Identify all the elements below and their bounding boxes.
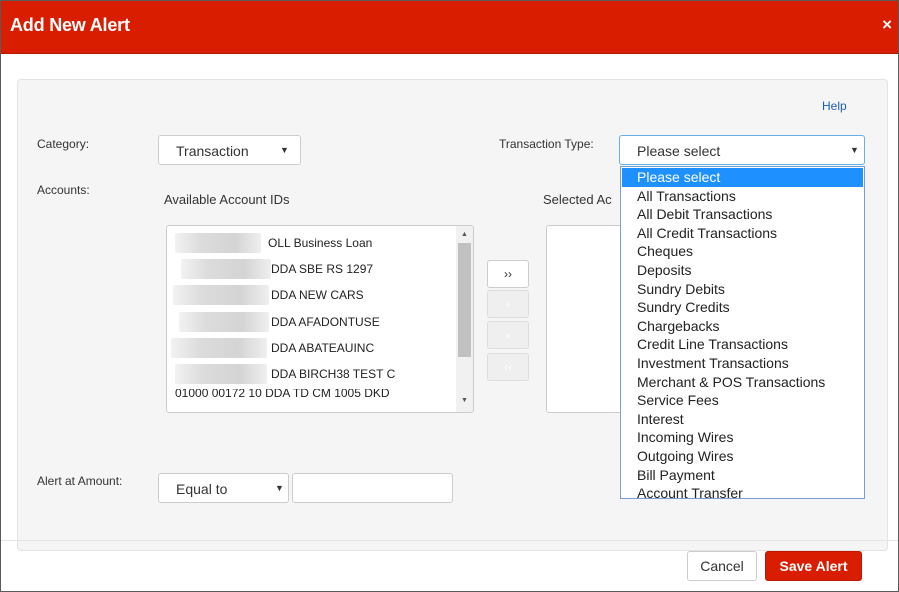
save-alert-button[interactable]: Save Alert [765, 551, 862, 581]
close-icon[interactable]: × [882, 15, 892, 35]
dropdown-option[interactable]: Investment Transactions [622, 354, 863, 373]
chevron-down-icon: ▼ [850, 145, 859, 155]
dropdown-option[interactable]: Outgoing Wires [622, 447, 863, 466]
available-accounts-header: Available Account IDs [164, 192, 290, 207]
list-item[interactable]: 01000 00172 10 DDA TD CM 1005 DKD [167, 389, 457, 403]
redacted-account-id [173, 285, 269, 305]
move-all-right-button[interactable]: ›› [487, 260, 529, 288]
dialog-title: Add New Alert [10, 15, 130, 35]
help-link[interactable]: Help [822, 99, 847, 113]
dropdown-option[interactable]: Sundry Debits [622, 280, 863, 299]
amount-operator-value: Equal to [176, 481, 228, 497]
redacted-account-id [175, 364, 267, 384]
dropdown-option[interactable]: Interest [622, 410, 863, 429]
scroll-thumb[interactable] [458, 243, 471, 357]
dialog-header: Add New Alert × [1, 1, 898, 54]
transaction-type-label: Transaction Type: [499, 137, 594, 151]
redacted-account-id [171, 338, 267, 358]
amount-operator-select[interactable]: Equal to ▼ [158, 473, 289, 503]
redacted-account-id [181, 259, 271, 279]
dropdown-option[interactable]: All Debit Transactions [622, 205, 863, 224]
amount-input[interactable] [292, 473, 453, 503]
dropdown-option[interactable]: Please select [622, 168, 863, 187]
dropdown-option[interactable]: Credit Line Transactions [622, 335, 863, 354]
transaction-type-dropdown[interactable]: Please select All Transactions All Debit… [620, 166, 865, 501]
category-value: Transaction [176, 143, 249, 159]
dropdown-option[interactable]: All Credit Transactions [622, 224, 863, 243]
chevron-down-icon: ▼ [280, 145, 289, 155]
list-item[interactable]: OLL Business Loan [167, 232, 457, 254]
move-right-button[interactable]: › [487, 290, 529, 318]
move-left-button[interactable]: ‹ [487, 321, 529, 349]
transaction-type-value: Please select [637, 143, 721, 159]
scroll-up-icon[interactable]: ▲ [456, 228, 473, 242]
list-item[interactable]: DDA SBE RS 1297 [167, 258, 457, 280]
dropdown-option[interactable]: Account Transfer [622, 484, 863, 501]
available-accounts-list[interactable]: OLL Business Loan DDA SBE RS 1297 DDA NE… [166, 225, 474, 413]
list-item[interactable]: DDA BIRCH38 TEST C [167, 363, 457, 385]
dropdown-option[interactable]: Chargebacks [622, 317, 863, 336]
dropdown-option[interactable]: Merchant & POS Transactions [622, 373, 863, 392]
accounts-label: Accounts: [37, 183, 90, 197]
redacted-account-id [179, 312, 269, 332]
list-item[interactable]: DDA ABATEAUINC [167, 337, 457, 359]
selected-accounts-list[interactable] [546, 225, 626, 413]
category-label: Category: [37, 137, 90, 151]
dropdown-option[interactable]: Service Fees [622, 391, 863, 410]
list-item[interactable]: DDA AFADONTUSE [167, 311, 457, 333]
dropdown-option[interactable]: All Transactions [622, 187, 863, 206]
transaction-type-select[interactable]: Please select ▼ [619, 135, 865, 165]
dropdown-option[interactable]: Sundry Credits [622, 298, 863, 317]
dropdown-option[interactable]: Bill Payment [622, 466, 863, 485]
category-select[interactable]: Transaction ▼ [158, 135, 301, 165]
selected-accounts-header: Selected Ac [543, 192, 612, 207]
dropdown-option[interactable]: Cheques [622, 242, 863, 261]
chevron-down-icon: ▼ [275, 483, 284, 493]
dropdown-option[interactable]: Incoming Wires [622, 428, 863, 447]
cancel-button[interactable]: Cancel [687, 551, 757, 581]
list-scrollbar[interactable]: ▲ ▼ [456, 226, 473, 412]
scroll-down-icon[interactable]: ▼ [456, 394, 473, 408]
list-item[interactable]: DDA NEW CARS [167, 284, 457, 306]
move-all-left-button[interactable]: ‹‹ [487, 353, 529, 381]
alert-amount-label: Alert at Amount: [37, 474, 123, 488]
footer-divider [1, 540, 898, 541]
dropdown-option[interactable]: Deposits [622, 261, 863, 280]
add-alert-dialog: Add New Alert × Help Category: Transacti… [0, 0, 899, 592]
redacted-account-id [175, 233, 261, 253]
